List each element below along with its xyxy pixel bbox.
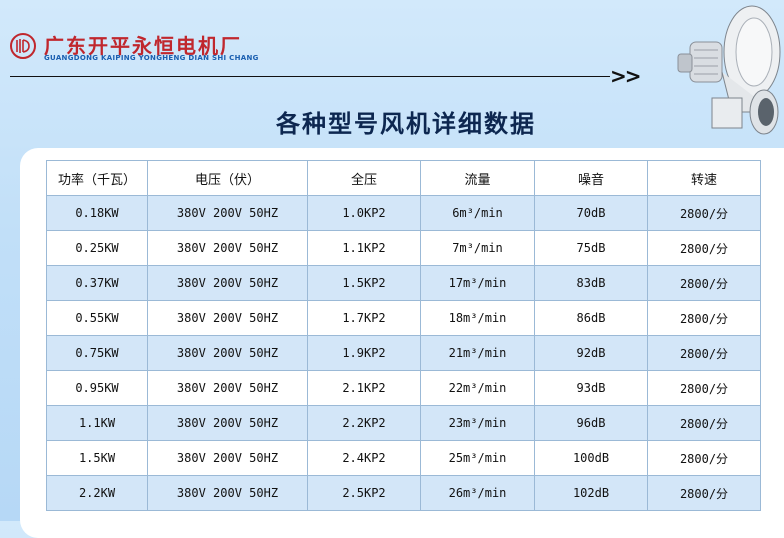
cell-noise: 93dB <box>534 370 648 406</box>
table-row: 2.2KW 380V 200V 50HZ 2.5KP2 26m³/min 102dB 28… <box>46 475 761 511</box>
cell-total-pressure: 1.1KP2 <box>307 230 421 266</box>
cell-total-pressure: 1.0KP2 <box>307 195 421 231</box>
table-row: 0.95KW 380V 200V 50HZ 2.1KP2 22m³/min 93dB 28… <box>46 370 761 406</box>
table-row: 0.18KW 380V 200V 50HZ 1.0KP2 6m³/min 70dB 280… <box>46 195 761 231</box>
cell-speed: 2800/分 <box>647 300 761 336</box>
cell-power: 0.55KW <box>46 300 148 336</box>
cell-noise: 86dB <box>534 300 648 336</box>
cell-speed: 2800/分 <box>647 440 761 476</box>
cell-power: 0.25KW <box>46 230 148 266</box>
cell-power: 2.2KW <box>46 475 148 511</box>
cell-speed: 2800/分 <box>647 230 761 266</box>
column-header-speed: 转速 <box>647 160 761 196</box>
cell-flow: 17m³/min <box>420 265 535 301</box>
table-row: 1.1KW 380V 200V 50HZ 2.2KP2 23m³/min 96dB 280… <box>46 405 761 441</box>
cell-flow: 22m³/min <box>420 370 535 406</box>
cell-noise: 83dB <box>534 265 648 301</box>
cell-flow: 26m³/min <box>420 475 535 511</box>
page-title: 各种型号风机详细数据 <box>276 110 536 138</box>
table-row: 0.37KW 380V 200V 50HZ 1.5KP2 17m³/min 83dB 28… <box>46 265 761 301</box>
cell-noise: 96dB <box>534 405 648 441</box>
cell-voltage: 380V 200V 50HZ <box>147 265 308 301</box>
table-row: 0.75KW 380V 200V 50HZ 1.9KP2 21m³/min 92dB 28… <box>46 335 761 371</box>
cell-power: 0.37KW <box>46 265 148 301</box>
table-header-row: 功率（千瓦） 电压（伏） 全压 流量 噪音 转速 <box>46 160 761 196</box>
cell-speed: 2800/分 <box>647 370 761 406</box>
cell-speed: 2800/分 <box>647 195 761 231</box>
table-row: 0.25KW 380V 200V 50HZ 1.1KP2 7m³/min 75dB 280… <box>46 230 761 266</box>
cell-voltage: 380V 200V 50HZ <box>147 335 308 371</box>
cell-speed: 2800/分 <box>647 265 761 301</box>
cell-voltage: 380V 200V 50HZ <box>147 370 308 406</box>
cell-power: 0.18KW <box>46 195 148 231</box>
cell-total-pressure: 2.4KP2 <box>307 440 421 476</box>
cell-flow: 21m³/min <box>420 335 535 371</box>
column-header-voltage: 电压（伏） <box>147 160 308 196</box>
fan-specs-table: 功率（千瓦） 电压（伏） 全压 流量 噪音 转速 0.18KW 380V 200V… <box>46 160 761 511</box>
cell-power: 0.75KW <box>46 335 148 371</box>
cell-speed: 2800/分 <box>647 335 761 371</box>
header-divider <box>10 76 610 77</box>
cell-flow: 23m³/min <box>420 405 535 441</box>
cell-noise: 70dB <box>534 195 648 231</box>
cell-noise: 100dB <box>534 440 648 476</box>
cell-power: 1.5KW <box>46 440 148 476</box>
cell-speed: 2800/分 <box>647 475 761 511</box>
cell-voltage: 380V 200V 50HZ <box>147 300 308 336</box>
cell-flow: 18m³/min <box>420 300 535 336</box>
cell-power: 0.95KW <box>46 370 148 406</box>
column-header-total-pressure: 全压 <box>307 160 421 196</box>
double-arrow-icon: >> <box>610 64 641 88</box>
cell-noise: 75dB <box>534 230 648 266</box>
cell-noise: 102dB <box>534 475 648 511</box>
cell-total-pressure: 2.1KP2 <box>307 370 421 406</box>
company-name-english: GUANGDONG KAIPING YONGHENG DIAN SHI CHAN… <box>44 54 259 62</box>
cell-speed: 2800/分 <box>647 405 761 441</box>
cell-voltage: 380V 200V 50HZ <box>147 405 308 441</box>
cell-voltage: 380V 200V 50HZ <box>147 475 308 511</box>
column-header-power: 功率（千瓦） <box>46 160 148 196</box>
cell-voltage: 380V 200V 50HZ <box>147 440 308 476</box>
column-header-noise: 噪音 <box>534 160 648 196</box>
cell-total-pressure: 2.5KP2 <box>307 475 421 511</box>
table-row: 0.55KW 380V 200V 50HZ 1.7KP2 18m³/min 86dB 28… <box>46 300 761 336</box>
column-header-flow: 流量 <box>420 160 535 196</box>
table-row: 1.5KW 380V 200V 50HZ 2.4KP2 25m³/min 100dB 28… <box>46 440 761 476</box>
cell-flow: 6m³/min <box>420 195 535 231</box>
cell-total-pressure: 1.7KP2 <box>307 300 421 336</box>
cell-power: 1.1KW <box>46 405 148 441</box>
cell-voltage: 380V 200V 50HZ <box>147 195 308 231</box>
cell-flow: 7m³/min <box>420 230 535 266</box>
cell-total-pressure: 1.5KP2 <box>307 265 421 301</box>
cell-flow: 25m³/min <box>420 440 535 476</box>
cell-voltage: 380V 200V 50HZ <box>147 230 308 266</box>
cell-noise: 92dB <box>534 335 648 371</box>
cell-total-pressure: 2.2KP2 <box>307 405 421 441</box>
company-logo-icon <box>10 33 36 59</box>
cell-total-pressure: 1.9KP2 <box>307 335 421 371</box>
